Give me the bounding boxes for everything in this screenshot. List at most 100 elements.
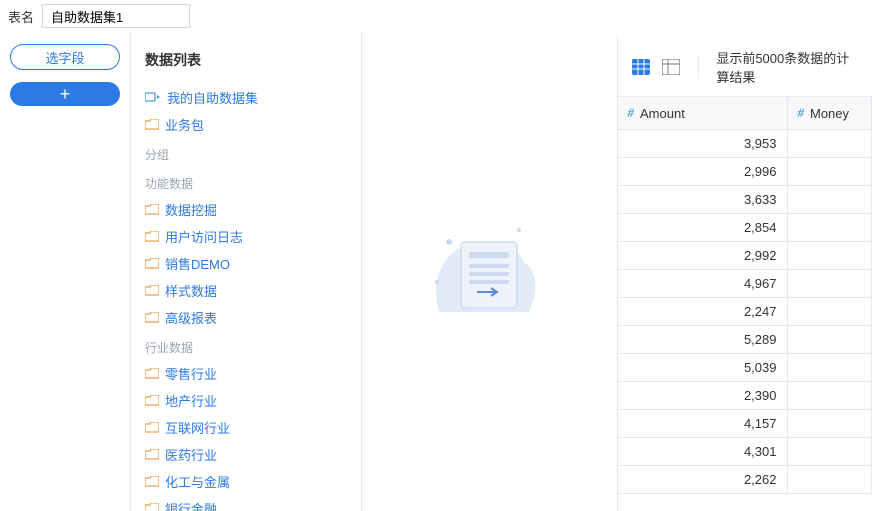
column-amount-label: Amount	[640, 106, 685, 121]
industry-label: 银行金融	[165, 499, 217, 511]
drop-illustration-icon	[419, 212, 559, 332]
cell-amount: 3,953	[618, 130, 788, 157]
cell-money	[788, 186, 872, 213]
data-table: # Amount # Money 3,9532,9963,6332,8542,9…	[618, 97, 872, 511]
cell-money	[788, 438, 872, 465]
add-step-button[interactable]: +	[10, 82, 120, 106]
biz-package-label: 业务包	[165, 115, 204, 134]
my-dataset-item[interactable]: 我的自助数据集	[131, 84, 361, 111]
cell-amount: 2,247	[618, 298, 788, 325]
industry-item[interactable]: 零售行业	[131, 360, 361, 387]
cell-amount: 2,390	[618, 382, 788, 409]
select-field-label: 选字段	[45, 48, 84, 67]
industry-item[interactable]: 化工与金属	[131, 468, 361, 495]
table-row[interactable]: 5,289	[618, 326, 872, 354]
data-list-title: 数据列表	[131, 44, 361, 84]
cell-money	[788, 326, 872, 353]
func-item[interactable]: 数据挖掘	[131, 196, 361, 223]
table-row[interactable]: 2,992	[618, 242, 872, 270]
folder-icon	[145, 368, 159, 380]
dataset-icon	[145, 91, 161, 105]
toolbar-separator	[698, 55, 699, 79]
table-row[interactable]: 3,633	[618, 186, 872, 214]
folder-icon	[145, 204, 159, 216]
column-header-amount[interactable]: # Amount	[618, 97, 788, 129]
cell-money	[788, 214, 872, 241]
table-row[interactable]: 2,262	[618, 466, 872, 494]
cell-money	[788, 466, 872, 493]
table-row[interactable]: 2,996	[618, 158, 872, 186]
main-container: 选字段 + 数据列表 我的自助数据集 业务包 分组 功能数据 数据挖掘用户访问日…	[0, 32, 872, 511]
industry-label: 互联网行业	[165, 418, 230, 437]
table-row[interactable]: 2,390	[618, 382, 872, 410]
preview-toolbar: 显示前5000条数据的计算结果	[618, 38, 872, 97]
cell-money	[788, 130, 872, 157]
cell-amount: 4,967	[618, 270, 788, 297]
folder-icon	[145, 231, 159, 243]
industry-label: 零售行业	[165, 364, 217, 383]
cell-money	[788, 410, 872, 437]
table-row[interactable]: 5,039	[618, 354, 872, 382]
my-dataset-label: 我的自助数据集	[167, 88, 258, 107]
industry-item[interactable]: 互联网行业	[131, 414, 361, 441]
cell-money	[788, 270, 872, 297]
list-view-icon[interactable]	[662, 59, 680, 75]
cell-amount: 2,262	[618, 466, 788, 493]
cell-money	[788, 158, 872, 185]
table-row[interactable]: 4,967	[618, 270, 872, 298]
cell-amount: 5,289	[618, 326, 788, 353]
func-item[interactable]: 样式数据	[131, 277, 361, 304]
data-list-panel: 数据列表 我的自助数据集 业务包 分组 功能数据 数据挖掘用户访问日志销售DEM…	[131, 32, 361, 511]
folder-icon	[145, 503, 159, 511]
left-panel: 选字段 +	[0, 32, 130, 511]
cell-money	[788, 354, 872, 381]
cell-amount: 2,992	[618, 242, 788, 269]
add-step-label: +	[60, 85, 71, 103]
table-row[interactable]: 2,247	[618, 298, 872, 326]
industry-label: 医药行业	[165, 445, 217, 464]
grid-view-icon[interactable]	[632, 59, 650, 75]
group-label: 分组	[131, 138, 361, 167]
number-type-icon: #	[628, 105, 635, 121]
column-money-label: Money	[810, 106, 849, 121]
func-label: 销售DEMO	[165, 254, 230, 273]
table-name-input[interactable]	[42, 4, 190, 28]
industry-item[interactable]: 银行金融	[131, 495, 361, 511]
folder-icon	[145, 312, 159, 324]
cell-amount: 3,633	[618, 186, 788, 213]
func-label: 用户访问日志	[165, 227, 243, 246]
func-item[interactable]: 高级报表	[131, 304, 361, 331]
folder-icon	[145, 119, 159, 131]
industry-item[interactable]: 医药行业	[131, 441, 361, 468]
preview-info-text: 显示前5000条数据的计算结果	[716, 48, 858, 86]
func-label: 数据挖掘	[165, 200, 217, 219]
cell-amount: 4,301	[618, 438, 788, 465]
biz-package-item[interactable]: 业务包	[131, 111, 361, 138]
cell-amount: 4,157	[618, 410, 788, 437]
func-item[interactable]: 销售DEMO	[131, 250, 361, 277]
func-data-label: 功能数据	[131, 167, 361, 196]
select-field-button[interactable]: 选字段	[10, 44, 120, 70]
folder-icon	[145, 476, 159, 488]
table-name-label: 表名	[8, 7, 34, 26]
func-label: 样式数据	[165, 281, 217, 300]
folder-icon	[145, 285, 159, 297]
folder-icon	[145, 449, 159, 461]
table-row[interactable]: 4,157	[618, 410, 872, 438]
industry-item[interactable]: 地产行业	[131, 387, 361, 414]
preview-panel: 显示前5000条数据的计算结果 # Amount # Money 3,9532,…	[617, 38, 872, 511]
table-row[interactable]: 4,301	[618, 438, 872, 466]
industry-label: 地产行业	[165, 391, 217, 410]
func-label: 高级报表	[165, 308, 217, 327]
table-row[interactable]: 2,854	[618, 214, 872, 242]
top-bar: 表名	[0, 0, 872, 32]
table-header: # Amount # Money	[618, 97, 872, 130]
folder-icon	[145, 395, 159, 407]
industry-label: 化工与金属	[165, 472, 230, 491]
func-item[interactable]: 用户访问日志	[131, 223, 361, 250]
cell-amount: 5,039	[618, 354, 788, 381]
industry-data-label: 行业数据	[131, 331, 361, 360]
drop-area[interactable]	[362, 32, 617, 511]
column-header-money[interactable]: # Money	[788, 97, 872, 129]
table-row[interactable]: 3,953	[618, 130, 872, 158]
